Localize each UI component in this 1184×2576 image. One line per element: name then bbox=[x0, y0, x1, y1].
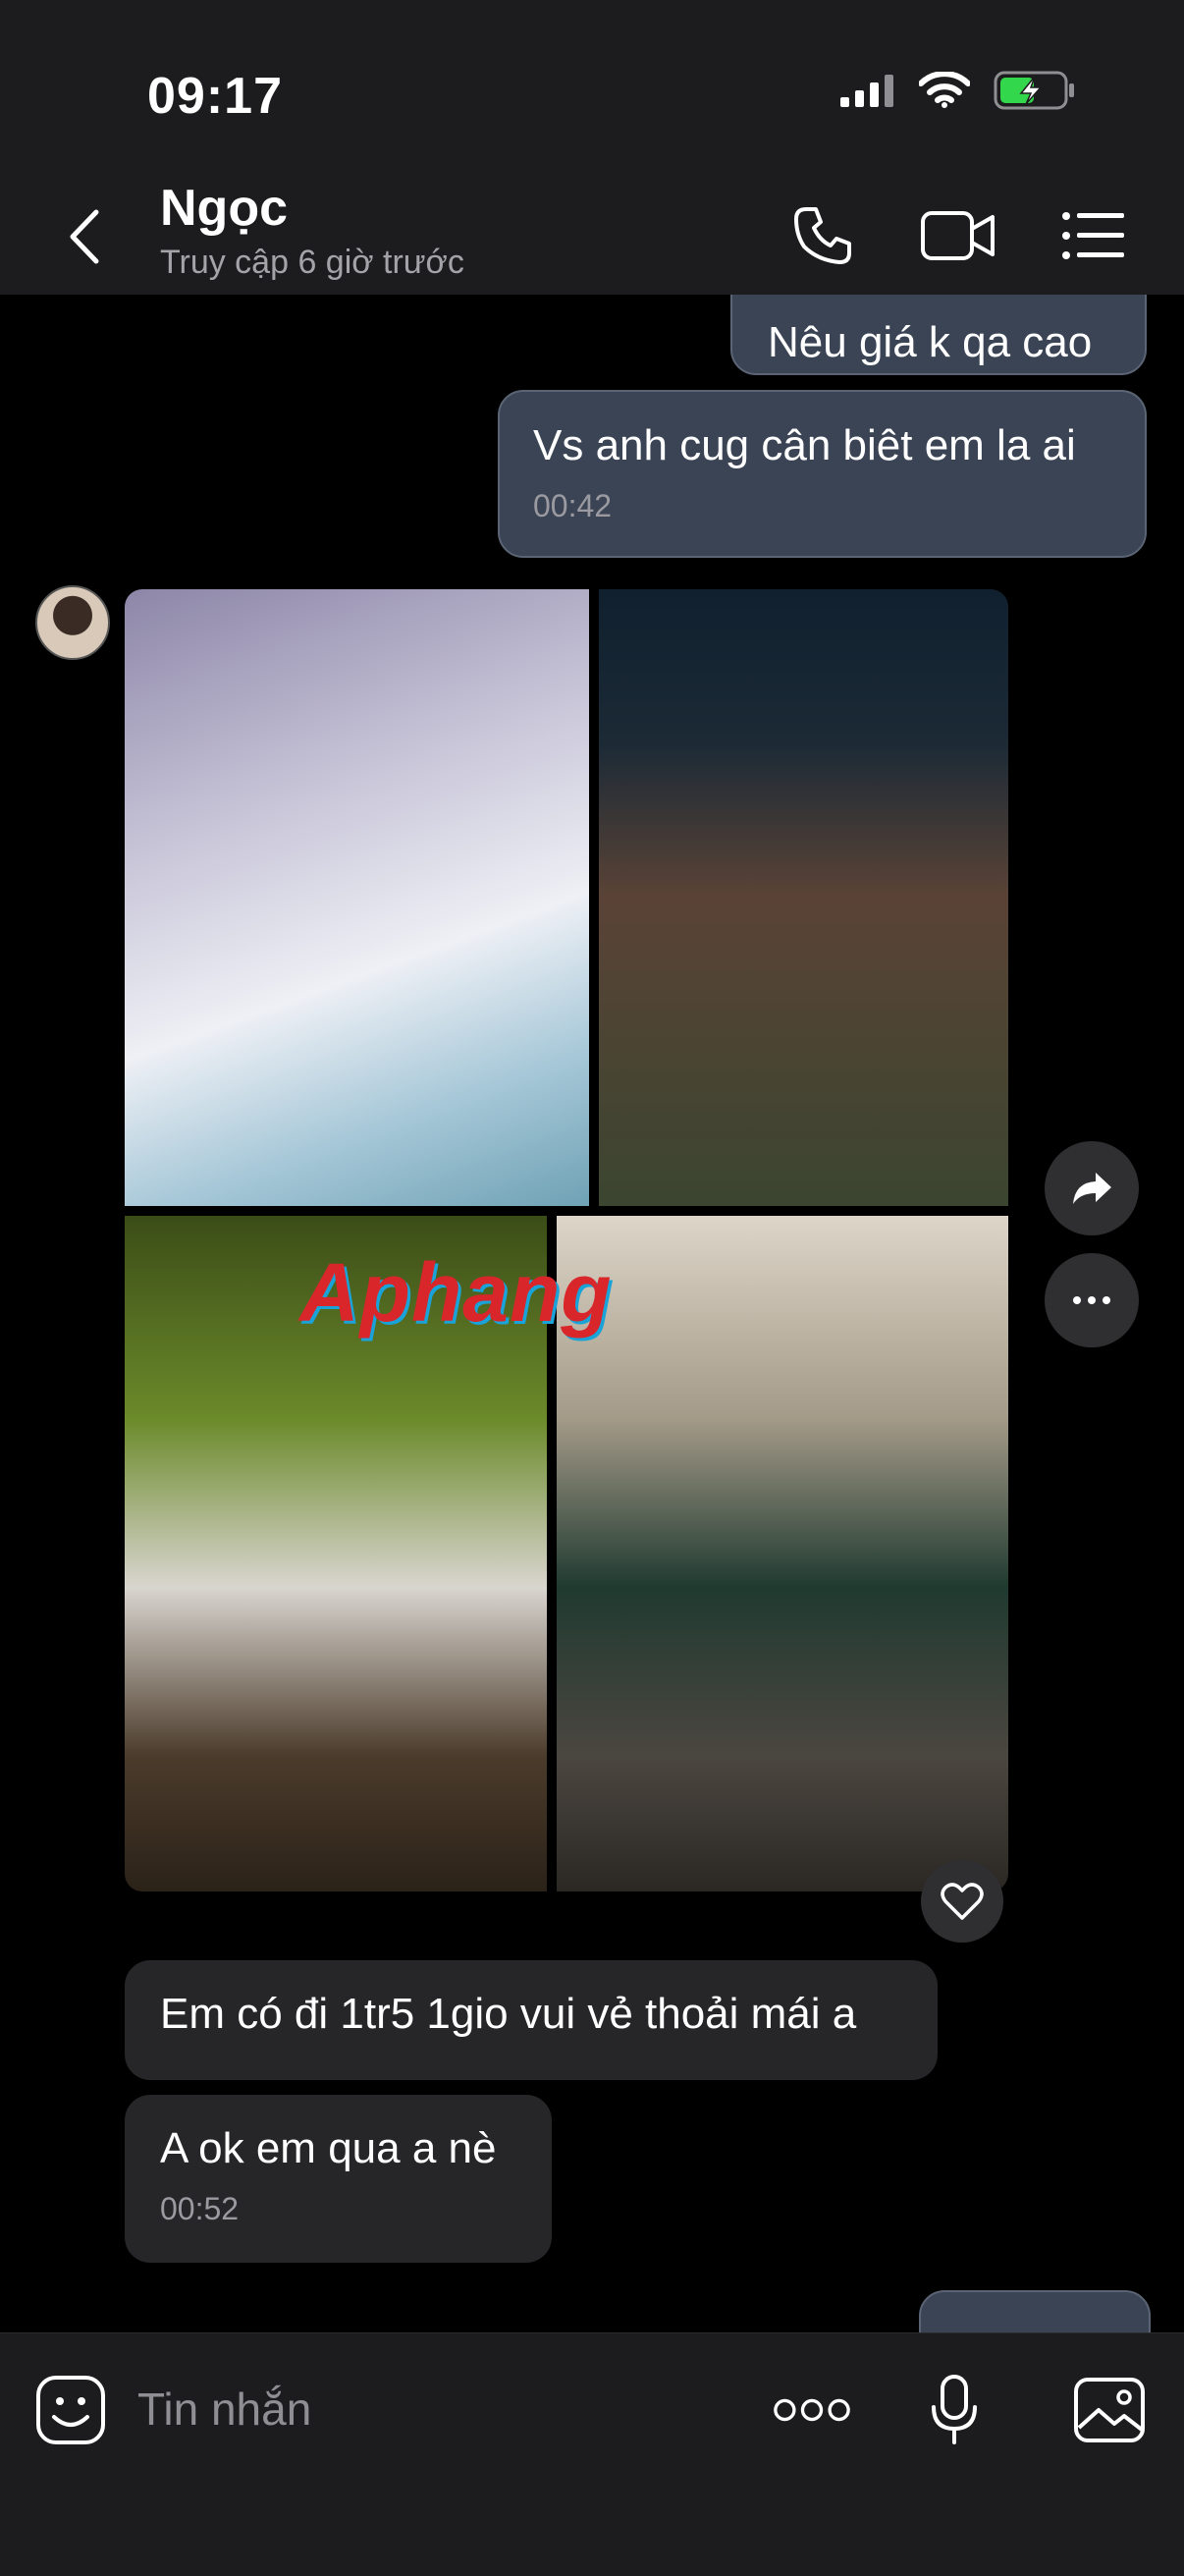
status-time: 09:17 bbox=[147, 68, 283, 125]
photo[interactable] bbox=[599, 589, 1008, 1206]
more-button[interactable] bbox=[773, 2371, 851, 2449]
call-button[interactable] bbox=[783, 196, 862, 275]
message-input-bar: Tin nhắn bbox=[0, 2332, 1184, 2576]
photo-album[interactable] bbox=[125, 589, 1008, 2186]
message-text: A ok em qua a nè bbox=[160, 2124, 497, 2172]
wifi-icon bbox=[919, 72, 970, 108]
video-call-button[interactable] bbox=[919, 196, 997, 275]
share-button[interactable] bbox=[1045, 1141, 1139, 1235]
message-bubble-incoming[interactable]: A ok em qua a nè 00:52 bbox=[125, 2095, 552, 2263]
menu-list-icon bbox=[1062, 212, 1124, 259]
more-options-button[interactable] bbox=[1045, 1253, 1139, 1347]
message-bubble-outgoing[interactable]: Vs anh cug cân biêt em la ai 00:42 bbox=[498, 390, 1147, 558]
phone-icon bbox=[794, 207, 851, 264]
message-text: Nêu giá k qa cao bbox=[768, 318, 1093, 366]
more-dots-icon bbox=[774, 2398, 850, 2422]
photo[interactable] bbox=[125, 589, 589, 1206]
contact-status: Truy cập 6 giờ trước bbox=[160, 244, 464, 281]
microphone-icon bbox=[932, 2375, 977, 2444]
signal-icon bbox=[840, 75, 893, 107]
photo[interactable] bbox=[557, 1216, 1008, 1891]
more-options-icon bbox=[1073, 1296, 1110, 1304]
message-time: 00:42 bbox=[533, 488, 613, 523]
sticker-button[interactable] bbox=[31, 2371, 110, 2449]
video-camera-icon bbox=[921, 211, 995, 260]
message-text: Vs anh cug cân biêt em la ai bbox=[533, 421, 1076, 469]
status-bar: 09:17 bbox=[0, 0, 1184, 177]
image-icon bbox=[1074, 2378, 1145, 2442]
image-button[interactable] bbox=[1070, 2371, 1149, 2449]
avatar[interactable] bbox=[35, 585, 110, 660]
message-input[interactable]: Tin nhắn bbox=[137, 2383, 311, 2436]
message-list[interactable]: Nêu giá k qa cao Vs anh cug cân biêt em … bbox=[0, 295, 1184, 2332]
message-bubble-incoming[interactable]: Em có đi 1tr5 1gio vui vẻ thoải mái a bbox=[125, 1960, 938, 2080]
chat-header: Ngọc Truy cập 6 giờ trước bbox=[0, 177, 1184, 295]
react-button[interactable] bbox=[921, 1860, 1003, 1943]
message-bubble-outgoing[interactable] bbox=[919, 2290, 1151, 2332]
voice-button[interactable] bbox=[915, 2371, 994, 2449]
message-bubble-outgoing[interactable]: Nêu giá k qa cao bbox=[730, 295, 1147, 375]
contact-name[interactable]: Ngọc bbox=[160, 179, 288, 238]
status-icons bbox=[838, 71, 1076, 110]
photo-watermark: Aphang bbox=[299, 1246, 613, 1339]
share-icon bbox=[1073, 1173, 1111, 1204]
battery-icon bbox=[994, 71, 1074, 110]
sticker-icon bbox=[36, 2376, 105, 2444]
message-time: 00:52 bbox=[160, 2191, 240, 2226]
back-button[interactable] bbox=[61, 202, 110, 271]
heart-icon bbox=[941, 1883, 984, 1920]
back-chevron-icon bbox=[70, 209, 99, 264]
options-button[interactable] bbox=[1054, 196, 1133, 275]
message-text: Em có đi 1tr5 1gio vui vẻ thoải mái a bbox=[160, 1990, 857, 2038]
